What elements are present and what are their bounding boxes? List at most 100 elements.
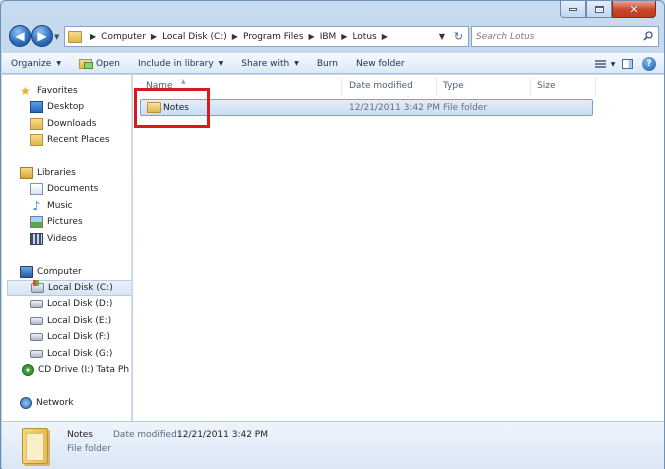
column-header-type[interactable]: Type [443, 81, 464, 91]
back-button[interactable]: ◀ [9, 25, 31, 47]
breadcrumb-separator[interactable]: ▶ [232, 32, 238, 41]
chevron-down-icon: ▼ [294, 60, 299, 67]
drive-icon [30, 317, 43, 325]
organize-label: Organize [11, 58, 52, 69]
nav-item-local-disk-f[interactable]: Local Disk (F:) [30, 330, 110, 344]
nav-item-label: Local Disk (D:) [47, 299, 113, 309]
nav-item-local-disk-e[interactable]: Local Disk (E:) [30, 314, 111, 328]
open-label: Open [95, 58, 120, 69]
help-icon: ? [642, 57, 656, 71]
breadcrumb-separator[interactable]: ▶ [382, 32, 388, 41]
documents-icon [30, 183, 43, 195]
search-icon[interactable] [643, 31, 653, 41]
burn-label: Burn [316, 58, 338, 69]
address-row: ◀ ▶ ▼ ▶ Computer ▶ Local Disk (C:) ▶ Pro… [9, 25, 661, 49]
breadcrumb-computer[interactable]: Computer [101, 32, 146, 42]
breadcrumb-ibm[interactable]: IBM [320, 32, 337, 42]
nav-item-pictures[interactable]: Pictures [30, 215, 83, 229]
nav-item-label: CD Drive (I:) Tata Ph [38, 365, 130, 375]
maximize-button[interactable] [586, 1, 612, 18]
column-divider[interactable] [530, 78, 531, 96]
search-input[interactable] [476, 30, 636, 44]
open-icon [78, 58, 93, 69]
nav-network[interactable]: Network [20, 396, 74, 410]
column-divider[interactable] [595, 78, 596, 96]
recent-pages-dropdown[interactable]: ▼ [54, 33, 62, 41]
refresh-button[interactable]: ↻ [449, 26, 469, 47]
details-pane: Notes Date modified: 12/21/2011 3:42 PM … [2, 421, 664, 469]
nav-item-label: Local Disk (G:) [47, 349, 113, 359]
drive-icon [30, 350, 43, 358]
breadcrumb-separator[interactable]: ▶ [309, 32, 315, 41]
preview-pane-button[interactable] [616, 55, 638, 73]
nav-libraries[interactable]: Libraries [20, 166, 76, 180]
breadcrumb-local-disk[interactable]: Local Disk (C:) [162, 32, 227, 42]
nav-item-local-disk-d[interactable]: Local Disk (D:) [30, 297, 112, 311]
breadcrumb-separator[interactable]: ▶ [341, 32, 347, 41]
address-history-dropdown[interactable]: ▼ [439, 32, 445, 41]
highlight-annotation [134, 88, 210, 128]
change-view-button[interactable]: ▼ [594, 55, 616, 73]
nav-item-label: Local Disk (C:) [48, 283, 113, 293]
system-drive-icon [31, 280, 44, 293]
share-with-menu[interactable]: Share with ▼ [232, 54, 308, 73]
folder-icon [68, 30, 82, 43]
nav-item-documents[interactable]: Documents [30, 182, 98, 196]
nav-item-label: Pictures [47, 217, 83, 227]
nav-item-downloads[interactable]: Downloads [30, 117, 96, 131]
nav-libraries-label: Libraries [37, 168, 76, 178]
music-icon: ♪ [32, 199, 41, 213]
nav-item-label: Videos [47, 234, 77, 244]
toolbar-right: ▼ ? [594, 55, 660, 73]
column-divider[interactable] [436, 78, 437, 96]
navigation-pane: ★ Favorites Desktop Downloads Recent Plac… [2, 75, 132, 421]
drive-icon [30, 300, 43, 308]
refresh-icon: ↻ [453, 30, 464, 43]
forward-button[interactable]: ▶ [31, 25, 53, 47]
details-date-label: Date modified: [113, 430, 180, 440]
address-bar[interactable]: ▶ Computer ▶ Local Disk (C:) ▶ Program F… [64, 26, 450, 47]
column-divider[interactable] [341, 78, 342, 96]
chevron-down-icon: ▼ [56, 60, 61, 67]
folder-large-icon [22, 428, 48, 464]
views-icon [594, 59, 606, 69]
nav-item-cd-drive[interactable]: CD Drive (I:) Tata Ph [22, 363, 129, 377]
nav-item-label: Local Disk (E:) [47, 316, 112, 326]
breadcrumb-separator[interactable]: ▶ [90, 32, 96, 41]
nav-computer[interactable]: Computer [20, 265, 82, 279]
new-folder-button[interactable]: New folder [347, 54, 414, 73]
share-label: Share with [241, 58, 290, 69]
network-icon [20, 397, 32, 409]
desktop-icon [30, 101, 43, 113]
back-arrow-icon: ◀ [15, 29, 25, 43]
help-button[interactable]: ? [638, 55, 660, 73]
open-button[interactable]: Open [70, 54, 129, 73]
nav-item-local-disk-c[interactable]: Local Disk (C:) [7, 280, 131, 296]
include-in-library-menu[interactable]: Include in library ▼ [129, 54, 232, 73]
downloads-folder-icon [30, 118, 43, 130]
organize-menu[interactable]: Organize ▼ [2, 54, 70, 73]
breadcrumb-separator[interactable]: ▶ [151, 32, 157, 41]
nav-item-videos[interactable]: Videos [30, 232, 77, 246]
details-date-value: 12/21/2011 3:42 PM [177, 430, 268, 440]
file-date-modified: 12/21/2011 3:42 PM [349, 103, 440, 113]
command-bar: Organize ▼ Open Include in library ▼ Share… [2, 53, 664, 74]
minimize-button[interactable] [560, 1, 586, 18]
burn-button[interactable]: Burn [308, 54, 347, 73]
column-header-size[interactable]: Size [537, 81, 555, 91]
star-icon: ★ [20, 84, 31, 98]
libraries-icon [20, 167, 33, 179]
nav-favorites[interactable]: ★ Favorites [20, 84, 78, 98]
breadcrumb-program-files[interactable]: Program Files [243, 32, 304, 42]
pictures-icon [30, 216, 43, 228]
column-headers: ▲ Name Date modified Type Size [133, 78, 664, 96]
nav-item-label: Recent Places [47, 135, 110, 145]
breadcrumb-lotus[interactable]: Lotus [352, 32, 376, 42]
nav-item-desktop[interactable]: Desktop [30, 100, 84, 114]
column-header-date-modified[interactable]: Date modified [349, 81, 413, 91]
nav-item-recent-places[interactable]: Recent Places [30, 133, 110, 147]
nav-item-local-disk-g[interactable]: Local Disk (G:) [30, 347, 112, 361]
nav-computer-label: Computer [37, 267, 82, 277]
close-button[interactable]: ✕ [612, 1, 656, 18]
nav-item-music[interactable]: ♪ Music [30, 199, 73, 213]
